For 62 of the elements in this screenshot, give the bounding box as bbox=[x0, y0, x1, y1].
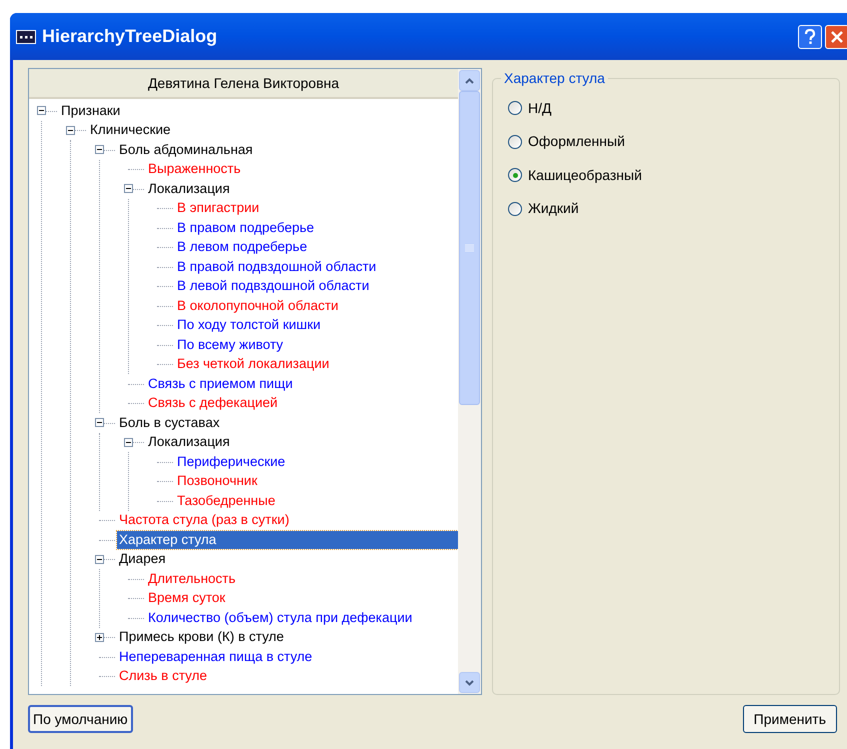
default-button[interactable]: По умолчанию bbox=[28, 705, 133, 733]
radio-button[interactable] bbox=[508, 168, 522, 182]
expand-icon[interactable] bbox=[95, 632, 104, 642]
collapse-icon[interactable] bbox=[95, 418, 104, 428]
tree-item[interactable]: По ходу толстой кишки bbox=[175, 316, 323, 334]
tree-item[interactable]: Клинические bbox=[88, 121, 173, 140]
tree-item[interactable]: Частота стула (раз в сутки) bbox=[117, 511, 292, 530]
tree-item[interactable]: Тазобедренные bbox=[175, 492, 278, 510]
collapse-icon[interactable] bbox=[124, 438, 133, 447]
tree-item[interactable]: В правой подвздошной области bbox=[175, 258, 378, 276]
option-label: Кашицеобразный bbox=[528, 166, 642, 185]
grip-icon bbox=[465, 244, 474, 252]
tree-item[interactable]: Боль абдоминальная bbox=[117, 140, 255, 159]
tree-item[interactable]: Боль в суставах bbox=[117, 414, 222, 432]
tree-item[interactable]: По всему животу bbox=[175, 336, 286, 354]
radio-button[interactable] bbox=[508, 101, 522, 115]
option-label: Н/Д bbox=[528, 98, 552, 118]
tree-item[interactable]: Связь с приемом пищи bbox=[146, 374, 295, 393]
collapse-icon[interactable] bbox=[124, 184, 133, 194]
tree-item[interactable]: Диарея bbox=[117, 550, 168, 568]
window-icon bbox=[16, 30, 36, 44]
apply-button[interactable]: Применить bbox=[742, 705, 837, 733]
scroll-down-button[interactable] bbox=[459, 672, 480, 693]
close-button[interactable] bbox=[825, 24, 847, 48]
scrollbar[interactable] bbox=[458, 69, 481, 694]
collapse-icon[interactable] bbox=[95, 554, 104, 564]
tree-item[interactable]: Выраженность bbox=[146, 160, 243, 178]
tree-item[interactable]: Позвоночник bbox=[175, 472, 260, 490]
collapse-icon[interactable] bbox=[95, 145, 104, 154]
radio-button[interactable] bbox=[508, 134, 522, 148]
tree-item[interactable]: Локализация bbox=[146, 433, 232, 452]
option-label: Жидкий bbox=[528, 199, 579, 218]
option-label: Оформленный bbox=[528, 132, 625, 151]
tree-item[interactable]: В околопупочной области bbox=[175, 296, 340, 315]
tree-item[interactable]: Признаки bbox=[59, 102, 122, 120]
tree-item[interactable]: Слизь в стуле bbox=[117, 667, 209, 686]
tree-item[interactable]: Время суток bbox=[146, 589, 228, 608]
tree-item[interactable]: Связь с дефекацией bbox=[146, 394, 280, 412]
scroll-up-button[interactable] bbox=[459, 70, 480, 91]
window-title: HierarchyTreeDialog bbox=[42, 25, 218, 48]
collapse-icon[interactable] bbox=[66, 126, 75, 135]
tree-item[interactable]: Непереваренная пища в стуле bbox=[117, 648, 314, 666]
tree-item[interactable]: Без четкой локализации bbox=[175, 355, 332, 374]
column-header: Девятина Гелена Викторовна bbox=[29, 69, 458, 99]
chevron-up-icon bbox=[465, 78, 474, 84]
tree-item[interactable]: В левом подреберье bbox=[175, 238, 310, 256]
tree-item[interactable]: Характер стула bbox=[117, 530, 458, 549]
collapse-icon[interactable] bbox=[37, 106, 46, 116]
scroll-thumb[interactable] bbox=[459, 91, 480, 405]
tree-item[interactable]: В левой подвздошной области bbox=[175, 277, 372, 296]
tree-item[interactable]: Количество (объем) стула при дефекации bbox=[146, 608, 414, 627]
chevron-down-icon bbox=[465, 680, 474, 686]
tree-item[interactable]: Локализация bbox=[146, 180, 232, 198]
tree-item[interactable]: В правом подреберье bbox=[175, 218, 316, 237]
help-button[interactable] bbox=[798, 24, 822, 48]
close-icon bbox=[830, 30, 844, 44]
radio-button[interactable] bbox=[508, 202, 522, 216]
tree-item[interactable]: Длительность bbox=[146, 570, 238, 588]
tree-item[interactable]: В эпигастрии bbox=[175, 199, 262, 218]
help-icon bbox=[804, 28, 816, 44]
tree-item[interactable]: Примесь крови (К) в стуле bbox=[117, 628, 286, 646]
tree-item[interactable]: Периферические bbox=[175, 452, 288, 471]
